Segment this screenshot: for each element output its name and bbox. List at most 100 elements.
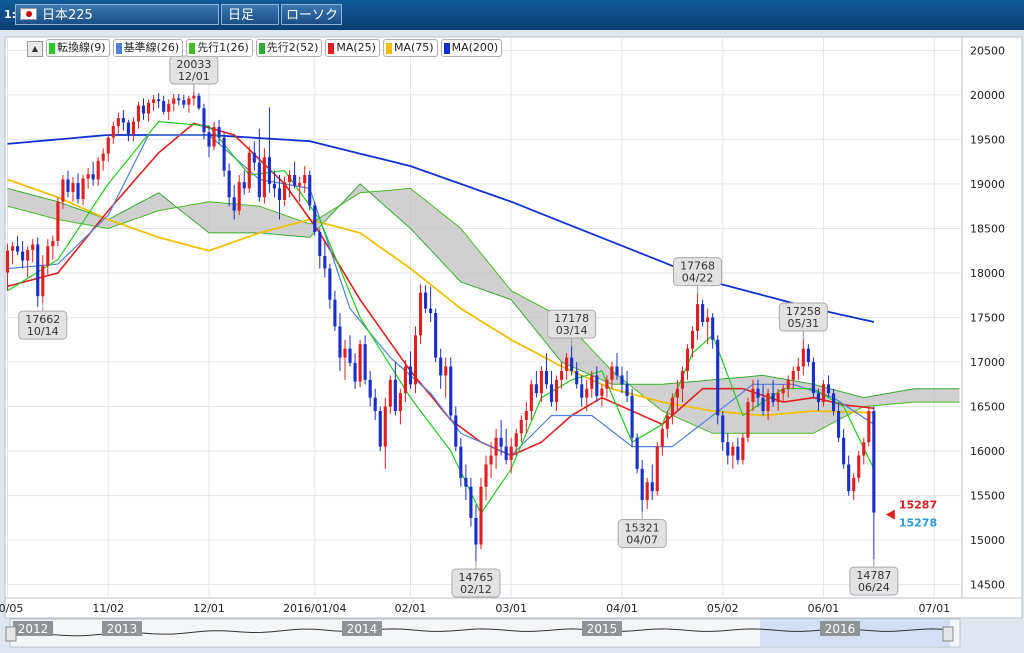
candle-body (615, 366, 619, 376)
chart-area: 14500 15000 15500 16000 16500 17000 17500 18000… (0, 30, 1024, 653)
candle-body (81, 178, 85, 200)
candle-body (796, 366, 800, 371)
navigator-year-label: 2014 (347, 622, 378, 636)
candle-body (272, 183, 277, 189)
candle-body (378, 411, 382, 447)
candle-body (398, 393, 402, 411)
annotation-date: 06/24 (858, 581, 890, 594)
candle-body (46, 246, 50, 266)
candle-body (252, 152, 256, 163)
legend-label: 転換線(9) (57, 41, 106, 54)
y-tick-label: 18000 (970, 267, 1005, 280)
candle-body (51, 240, 55, 247)
flag-dot (26, 11, 32, 17)
symbol-label: 日本225 (42, 8, 93, 23)
candle-body (56, 201, 60, 241)
candle-body (806, 348, 810, 363)
legend-item[interactable]: MA(25) (325, 39, 380, 57)
legend-item[interactable]: 転換線(9) (46, 39, 110, 57)
legend-label: 先行1(26) (197, 41, 249, 54)
x-tick-label: 05/02 (707, 602, 739, 615)
legend-swatch (49, 42, 55, 54)
annotation-date: 05/31 (787, 317, 819, 330)
candle-body (288, 175, 292, 183)
candle-body (91, 174, 95, 180)
candle-body (736, 446, 740, 460)
candle-body (61, 179, 65, 202)
legend-item[interactable]: 先行1(26) (186, 39, 253, 57)
candle-body (650, 482, 654, 492)
candle-body (106, 137, 110, 154)
candle-body (21, 251, 25, 261)
candle-body (136, 105, 141, 122)
candle-body (76, 183, 80, 200)
candle-body (640, 468, 644, 501)
candle-body (383, 406, 387, 447)
y-tick-label: 19000 (970, 178, 1005, 191)
candle-body (685, 348, 690, 371)
navigator-left-handle (5, 626, 17, 642)
candle-body (816, 393, 821, 403)
candle-body (821, 384, 826, 403)
candle-body (847, 464, 851, 492)
candle-body (726, 442, 730, 456)
annotation-date: 04/22 (682, 272, 714, 285)
x-tick-label: 03/01 (495, 602, 527, 615)
candle-body (746, 402, 750, 438)
legend-item[interactable]: MA(75) (382, 39, 438, 57)
candle-body (580, 384, 584, 398)
candle-body (373, 397, 377, 411)
annotation-date: 12/01 (178, 70, 210, 83)
legend-swatch (385, 42, 392, 54)
last-price-red: 15287 (899, 499, 937, 512)
candle-body (126, 122, 130, 135)
candle-body (247, 152, 251, 189)
candle-body (716, 339, 720, 416)
last-price-blue: 15278 (899, 517, 937, 530)
candle-body (187, 98, 191, 105)
candle-body (333, 299, 337, 327)
candle-body (494, 437, 498, 456)
candle-body (146, 102, 151, 114)
candle-body (5, 250, 10, 273)
candle-body (348, 348, 352, 363)
legend-item[interactable]: 基準線(26) (112, 39, 184, 57)
candle-body (418, 292, 423, 336)
x-tick-label: 04/01 (606, 602, 638, 615)
y-tick-label: 16500 (970, 401, 1005, 414)
candle-body (368, 379, 372, 398)
candle-body (826, 384, 831, 394)
candle-body (696, 304, 700, 331)
candle-body (751, 388, 755, 403)
candle-body (66, 179, 70, 192)
candle-body (670, 397, 674, 416)
candle-body (504, 446, 508, 460)
candle-body (393, 379, 397, 411)
candle-body (202, 108, 206, 133)
period-button[interactable]: 日足 (221, 4, 279, 25)
candle-body (328, 268, 332, 300)
symbol-selector[interactable]: 日本225 (15, 4, 219, 25)
candle-body (660, 428, 664, 447)
y-tick-label: 14500 (970, 579, 1005, 592)
japan-flag-icon (20, 8, 37, 20)
legend-item[interactable]: MA(200) (440, 39, 503, 57)
candle-body (277, 188, 282, 200)
candle-body (162, 101, 166, 112)
candle-body (529, 384, 533, 411)
chart-type-button[interactable]: ローソク (281, 4, 342, 25)
candle-body (424, 292, 428, 309)
candle-body (605, 379, 609, 389)
candlestick-chart[interactable]: 14500 15000 15500 16000 16500 17000 17500 18000… (0, 30, 1024, 653)
candle-body (867, 411, 871, 443)
candle-body (192, 95, 196, 99)
legend-swatch (443, 42, 450, 54)
candle-body (620, 375, 624, 385)
legend-collapse-button[interactable]: ▲ (27, 41, 43, 57)
candle-body (781, 388, 785, 394)
candle-body (96, 160, 100, 180)
legend-label: MA(25) (336, 41, 376, 54)
candle-body (857, 455, 861, 478)
annotation-date: 03/14 (556, 324, 588, 337)
legend-item[interactable]: 先行2(52) (255, 39, 323, 57)
